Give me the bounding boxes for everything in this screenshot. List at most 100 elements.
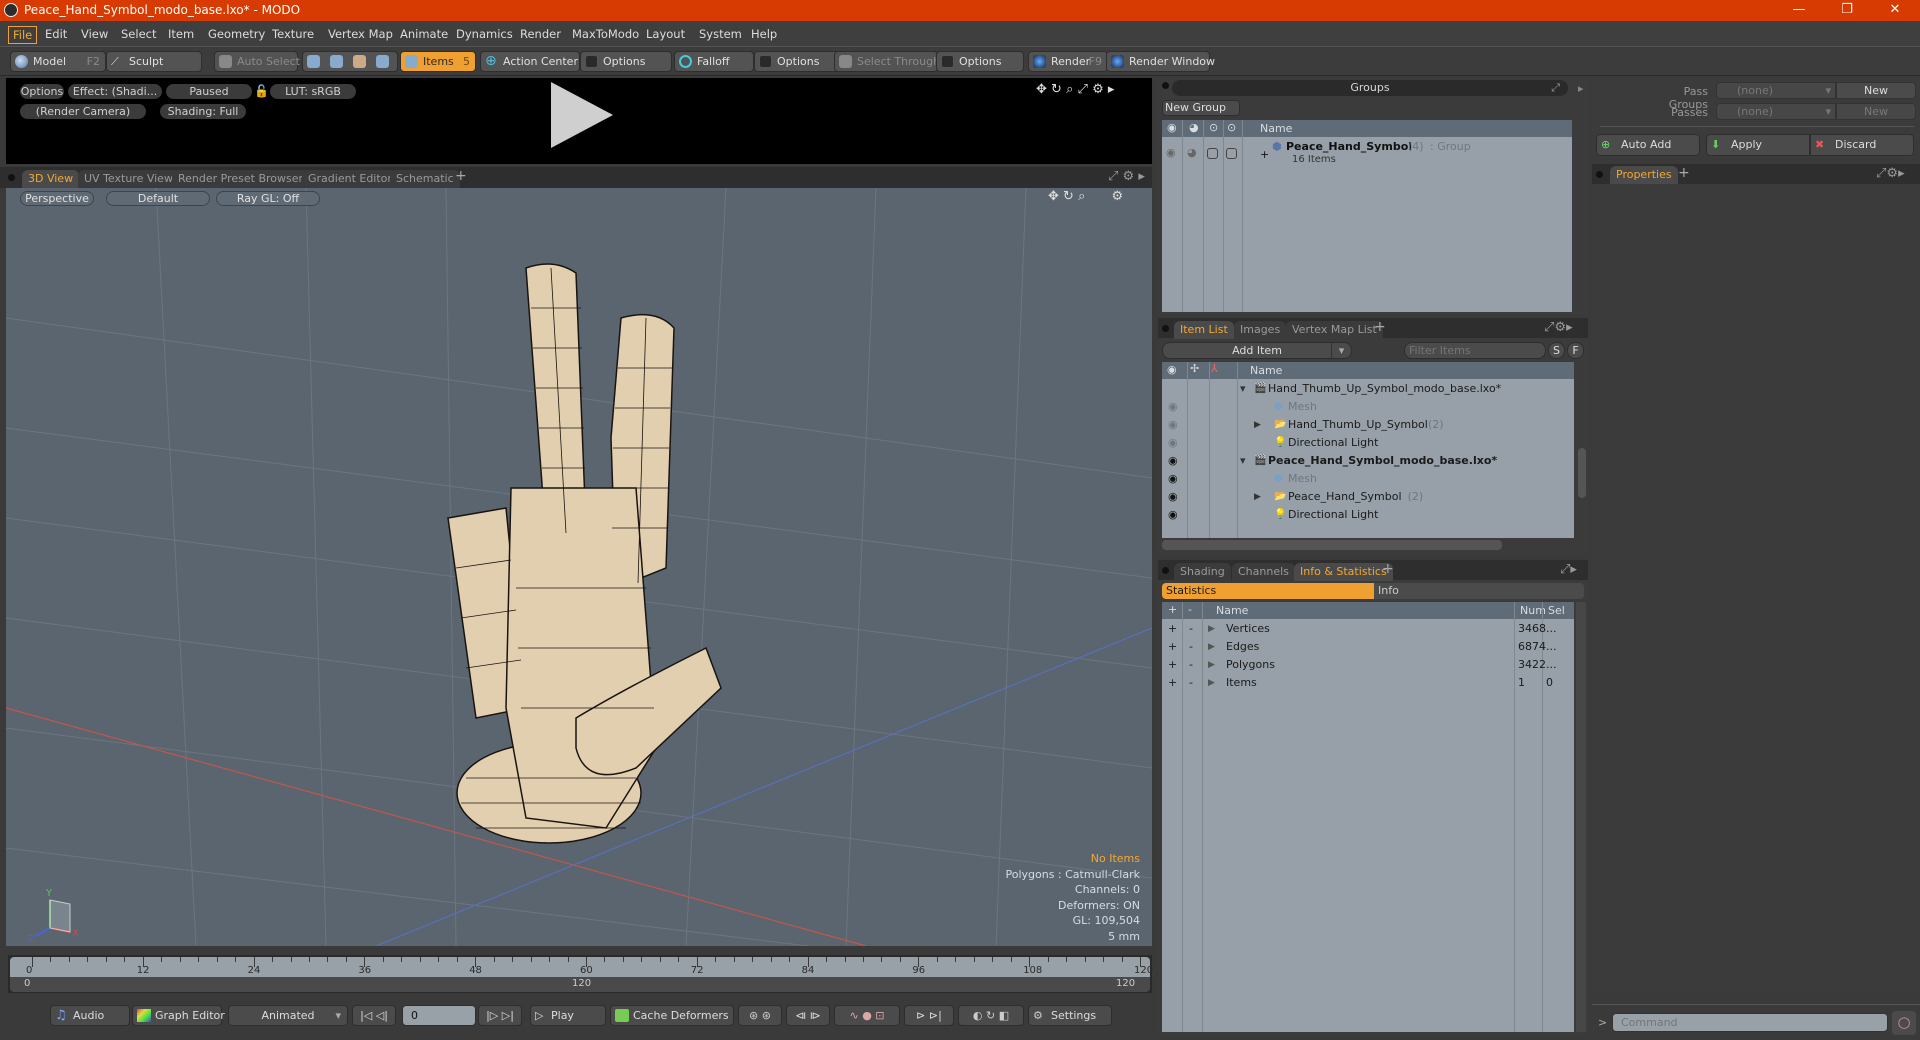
- maximize-icon[interactable]: ⤢: [1876, 166, 1886, 181]
- visibility-col-icon[interactable]: ◉: [1167, 363, 1177, 376]
- menu-select[interactable]: Select: [117, 26, 160, 42]
- key-item-icon[interactable]: ◐: [973, 1009, 983, 1022]
- passes-dropdown[interactable]: (none) ▾: [1716, 103, 1836, 120]
- key-select-icon[interactable]: ◧: [999, 1009, 1009, 1022]
- expand-arrow-icon[interactable]: ▶: [1208, 656, 1215, 674]
- maximize-icon[interactable]: ⤢: [1544, 320, 1554, 335]
- play-preview-icon[interactable]: [551, 82, 613, 148]
- maximize-icon[interactable]: ⤢: [1078, 82, 1088, 97]
- gear-icon[interactable]: ⚙: [1886, 166, 1898, 181]
- action-center-button[interactable]: ⊕ Action Center: [480, 51, 580, 72]
- arrow-right-icon[interactable]: ▸: [1108, 82, 1115, 97]
- add-tab-button[interactable]: +: [455, 168, 467, 184]
- add-tab-button[interactable]: +: [1374, 319, 1386, 335]
- edges-mode-icon[interactable]: [330, 55, 343, 68]
- pass-groups-dropdown[interactable]: (none) ▾: [1716, 82, 1836, 99]
- cache-deformers-button[interactable]: Cache Deformers: [610, 1005, 734, 1026]
- play-button[interactable]: ▷ Play: [530, 1005, 606, 1026]
- eye-icon[interactable]: ◉: [1168, 452, 1178, 470]
- command-input[interactable]: [1612, 1013, 1888, 1032]
- tab-render-preset-browser[interactable]: Render Preset Browser: [172, 170, 310, 188]
- add-tab-button[interactable]: +: [1678, 165, 1690, 181]
- eye-icon[interactable]: ◉: [1168, 506, 1178, 524]
- current-frame-input[interactable]: 0: [402, 1005, 476, 1026]
- step-back-icon[interactable]: ◁|: [376, 1009, 388, 1022]
- 3d-viewport[interactable]: Y X Z Perspective Default Ray GL: Off ✥ …: [6, 188, 1152, 946]
- timeline-ruler[interactable]: 0 12 24 36 48 60 72 84 96 108 120: [10, 957, 1153, 977]
- rotate-icon[interactable]: ↻: [1051, 82, 1062, 97]
- gear-icon[interactable]: ⚙: [1554, 320, 1566, 335]
- render-col-icon[interactable]: ◕: [1189, 121, 1199, 134]
- panel-dot-icon[interactable]: [1162, 325, 1169, 332]
- range-next-icon[interactable]: ⊳|: [929, 1009, 942, 1022]
- group-row[interactable]: ◉ ◕ + ⬢ Peace_Hand_Symbol (4) : Group 16…: [1162, 138, 1572, 170]
- arrow-right-icon[interactable]: ▸: [1566, 320, 1573, 335]
- vertices-mode-icon[interactable]: [307, 55, 320, 68]
- gear-icon[interactable]: ⚙: [1112, 189, 1124, 204]
- menu-system[interactable]: System: [695, 26, 746, 42]
- collapse-minus-button[interactable]: -: [1189, 638, 1193, 656]
- menu-animate[interactable]: Animate: [396, 26, 452, 42]
- arrow-right-icon[interactable]: ▸: [1570, 562, 1577, 577]
- item-row[interactable]: ◉ ⬢ Mesh: [1162, 398, 1574, 416]
- item-row[interactable]: ◉ ▶ 📂 Hand_Thumb_Up_Symbol (2): [1162, 416, 1574, 434]
- auto-key-icon[interactable]: ∿: [849, 1009, 858, 1022]
- item-row[interactable]: ◉ ▾ 🎬 Peace_Hand_Symbol_modo_base.lxo*: [1162, 452, 1574, 470]
- arrow-right-icon[interactable]: ▸: [1578, 82, 1584, 95]
- polygons-mode-icon[interactable]: [353, 55, 366, 68]
- default-style-dropdown[interactable]: Default: [106, 191, 210, 206]
- shading-dropdown[interactable]: Shading: Full: [160, 104, 246, 119]
- eye-icon[interactable]: ◉: [1168, 488, 1178, 506]
- camera-dropdown[interactable]: (Render Camera): [20, 104, 146, 119]
- falloff-options-button[interactable]: Options: [754, 51, 842, 72]
- menu-edit[interactable]: Edit: [41, 26, 71, 42]
- expand-plus-button[interactable]: +: [1168, 674, 1177, 692]
- expand-icon[interactable]: ▶: [1254, 416, 1261, 434]
- add-item-dropdown[interactable]: Add Item ▾: [1162, 342, 1352, 359]
- action-center-options-button[interactable]: Options: [580, 51, 672, 72]
- auto-select-button[interactable]: Auto Select: [214, 51, 300, 72]
- expand-arrow-icon[interactable]: ▶: [1208, 674, 1215, 692]
- record-icon[interactable]: ●: [862, 1009, 872, 1022]
- raygl-toggle[interactable]: Ray GL: Off: [216, 191, 320, 206]
- visibility-col-icon[interactable]: ◉: [1167, 121, 1177, 134]
- menu-geometry[interactable]: Geometry: [204, 26, 269, 42]
- graph-editor-button[interactable]: Graph Editor: [132, 1005, 225, 1026]
- add-tab-button[interactable]: +: [1382, 561, 1394, 577]
- zoom-icon[interactable]: ⌕: [1078, 189, 1085, 204]
- item-row[interactable]: ▾ 🎬 Hand_Thumb_Up_Symbol_modo_base.lxo*: [1162, 380, 1574, 398]
- sculpt-mode-button[interactable]: ⟋ Sculpt: [106, 51, 202, 72]
- tab-3d-view[interactable]: 3D View: [22, 170, 80, 188]
- filter-s-button[interactable]: S: [1548, 342, 1565, 359]
- tab-uv-texture-view[interactable]: UV Texture View: [78, 170, 179, 188]
- close-button[interactable]: ✕: [1872, 0, 1918, 21]
- stats-scrollbar[interactable]: [1576, 602, 1586, 1032]
- collapse-minus-button[interactable]: -: [1189, 656, 1193, 674]
- gear-icon[interactable]: ⚙: [1092, 82, 1104, 97]
- lut-dropdown[interactable]: LUT: sRGB: [270, 84, 356, 99]
- item-row[interactable]: ◉ ▶ 📂 Peace_Hand_Symbol (2): [1162, 488, 1574, 506]
- tab-item-list[interactable]: Item List: [1174, 321, 1234, 339]
- render-button[interactable]: Render F9: [1028, 51, 1108, 72]
- eye-icon[interactable]: ◉: [1168, 434, 1178, 452]
- eye-icon[interactable]: ◉: [1168, 416, 1178, 434]
- rotate-icon[interactable]: ↻: [1063, 189, 1074, 204]
- discard-button[interactable]: ✖ Discard: [1810, 134, 1914, 156]
- new-pass-group-button[interactable]: New: [1836, 82, 1916, 99]
- range-prev-icon[interactable]: ⊳: [916, 1009, 925, 1022]
- key-down-icon[interactable]: ⊛: [762, 1009, 771, 1022]
- zoom-icon[interactable]: ⌕: [1066, 82, 1073, 97]
- gear-icon[interactable]: ⚙: [1123, 169, 1135, 184]
- stat-row[interactable]: + - ▶ Items 1 0: [1162, 674, 1574, 692]
- go-to-end-icon[interactable]: ▷|: [502, 1009, 514, 1022]
- model-mode-button[interactable]: Model F2: [10, 51, 106, 72]
- tab-images[interactable]: Images: [1234, 321, 1287, 339]
- item-row[interactable]: ◉ 💡 Directional Light: [1162, 434, 1574, 452]
- lock-col-icon[interactable]: ⊙: [1209, 121, 1218, 134]
- tab-schematic[interactable]: Schematic: [390, 170, 460, 188]
- menu-vertex-map[interactable]: Vertex Map: [324, 26, 397, 42]
- record-macro-icon[interactable]: ○: [1892, 1011, 1916, 1035]
- maximize-icon[interactable]: ⤢: [1108, 169, 1118, 184]
- collapse-minus-button[interactable]: -: [1189, 674, 1193, 692]
- info-subtab[interactable]: Info: [1374, 583, 1584, 599]
